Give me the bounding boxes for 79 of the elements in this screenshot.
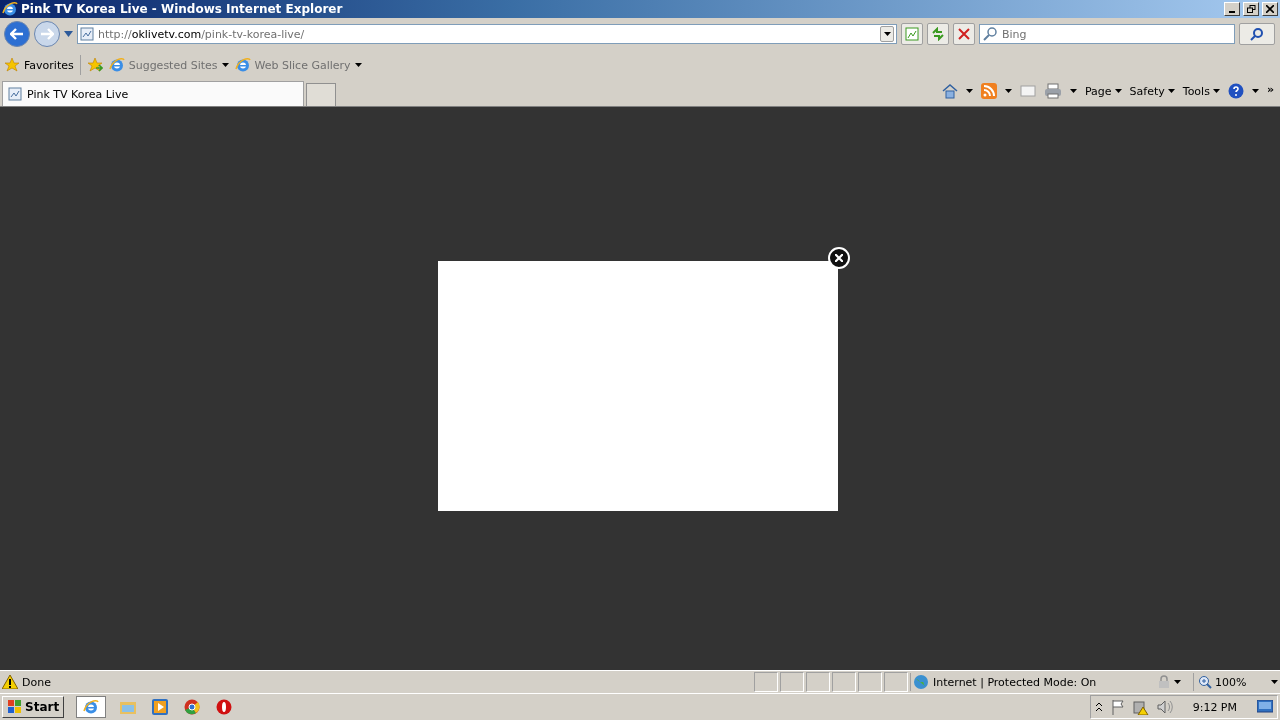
window-title: Pink TV Korea Live - Windows Internet Explorer — [21, 2, 344, 16]
stop-button[interactable] — [953, 23, 975, 45]
status-pane — [884, 672, 908, 692]
close-icon — [1266, 5, 1274, 13]
new-tab-button[interactable] — [306, 83, 336, 106]
restore-button[interactable] — [1243, 2, 1259, 16]
back-arrow-icon — [10, 28, 24, 40]
caret-icon — [354, 63, 362, 67]
page-icon — [8, 87, 22, 101]
caret-icon — [1174, 680, 1181, 684]
help-icon[interactable] — [1227, 83, 1244, 99]
globe-icon — [913, 674, 929, 690]
warning-icon — [2, 675, 18, 689]
favorites-button[interactable]: Favorites — [4, 57, 74, 73]
media-player-icon[interactable] — [150, 697, 171, 717]
caret-icon — [1114, 89, 1122, 93]
caret-icon — [883, 32, 891, 36]
feed-icon[interactable] — [980, 83, 997, 99]
status-text: Done — [21, 675, 52, 689]
command-menu[interactable]: Safety — [1129, 84, 1175, 98]
back-button[interactable] — [4, 21, 30, 47]
add-favorite-icon[interactable] — [86, 57, 103, 73]
address-field[interactable]: http://oklivetv.com/pink-tv-korea-live/ — [77, 24, 897, 44]
minimize-button[interactable] — [1224, 2, 1240, 16]
more-button[interactable]: » — [1266, 83, 1274, 96]
url-text: http://oklivetv.com/pink-tv-korea-live/ — [98, 27, 306, 41]
zoom-control[interactable]: 100% — [1193, 673, 1278, 691]
caret-icon — [965, 89, 973, 93]
home-icon[interactable] — [941, 83, 958, 99]
restore-icon — [1246, 5, 1256, 13]
compatibility-button[interactable] — [901, 23, 923, 45]
browser-icon — [83, 699, 100, 715]
status-pane — [832, 672, 856, 692]
status-pane — [806, 672, 830, 692]
caret-icon — [1271, 680, 1278, 684]
show-desktop-icon[interactable] — [1257, 700, 1273, 714]
refresh-button[interactable] — [927, 23, 949, 45]
page-chart-icon — [905, 27, 919, 41]
flag-icon[interactable] — [1110, 699, 1125, 715]
browser-icon — [108, 57, 125, 73]
chrome-icon[interactable] — [182, 697, 203, 717]
caret-icon — [1251, 89, 1259, 93]
printer-icon[interactable] — [1043, 83, 1062, 99]
browser-tab[interactable]: Pink TV Korea Live — [2, 81, 304, 106]
forward-button[interactable] — [34, 21, 60, 47]
search-button[interactable] — [1239, 23, 1275, 45]
status-pane — [754, 672, 778, 692]
caret-icon — [221, 63, 229, 67]
command-menu[interactable]: Page — [1084, 84, 1122, 98]
browser-icon — [2, 1, 18, 17]
refresh-icon — [931, 27, 945, 41]
chevron-up-icon[interactable] — [1094, 702, 1103, 712]
star-icon — [4, 57, 20, 73]
dropdown-icon[interactable] — [64, 31, 73, 37]
caret-icon — [1167, 89, 1175, 93]
taskbar-browser-button[interactable] — [76, 696, 107, 718]
network-warning-icon[interactable] — [1132, 699, 1149, 715]
search-field[interactable]: Bing — [979, 24, 1235, 44]
browser-icon — [234, 57, 251, 73]
caret-icon — [1212, 89, 1220, 93]
page-icon — [80, 27, 94, 41]
caret-icon — [1004, 89, 1012, 93]
zoom-icon — [1198, 675, 1212, 689]
security-zone: Internet | Protected Mode: On — [910, 673, 1157, 691]
close-button[interactable] — [1262, 2, 1278, 16]
command-menu[interactable]: Tools — [1182, 84, 1220, 98]
stop-icon — [958, 28, 970, 40]
windows-logo-icon — [7, 699, 23, 715]
address-dropdown-button[interactable] — [880, 26, 894, 42]
speaker-icon[interactable] — [1156, 699, 1173, 715]
close-button[interactable] — [828, 247, 850, 269]
start-button[interactable]: Start — [2, 696, 65, 718]
search-icon — [983, 27, 997, 41]
forward-arrow-icon — [40, 28, 54, 40]
caret-icon — [1069, 89, 1077, 93]
close-icon — [835, 254, 843, 262]
status-pane — [780, 672, 804, 692]
status-pane — [858, 672, 882, 692]
search-icon — [1250, 27, 1264, 41]
